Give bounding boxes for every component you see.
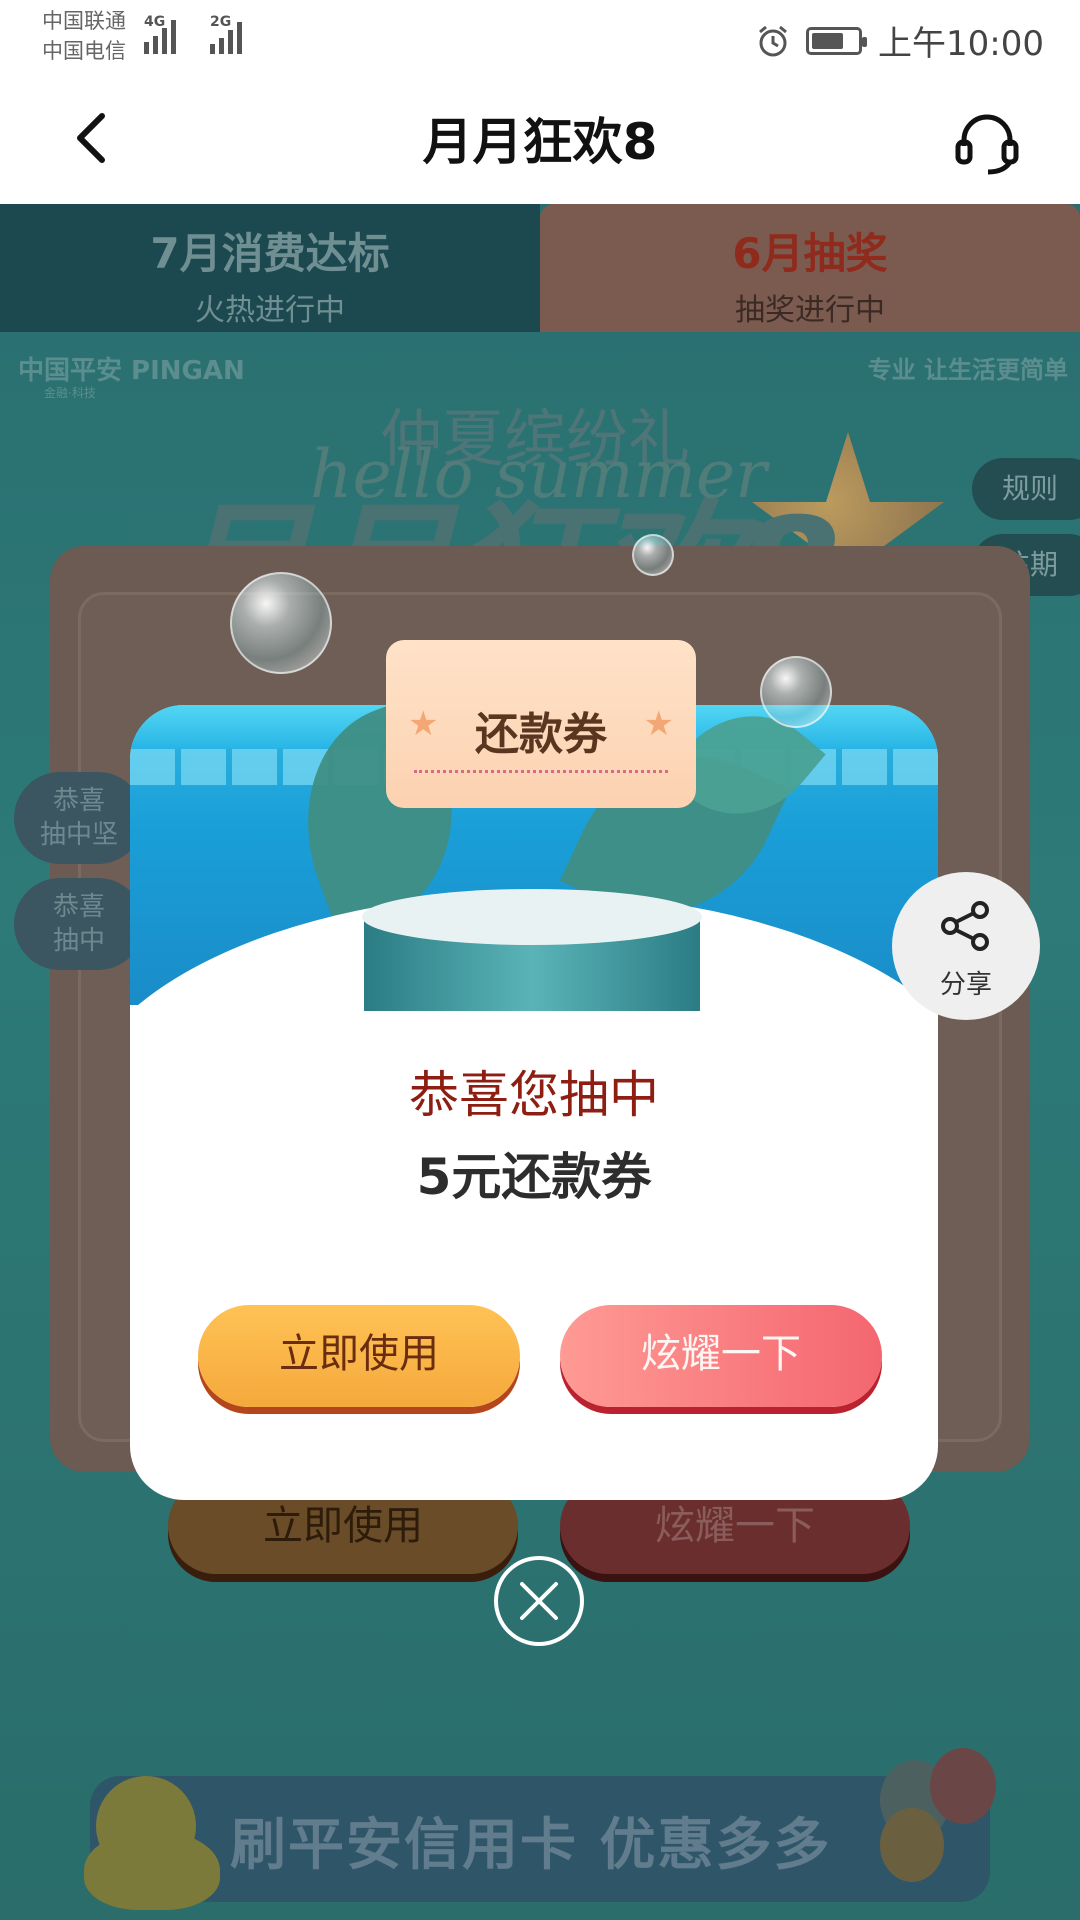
share-label: 分享 xyxy=(939,970,992,1000)
brand-subtitle: 金融·科技 xyxy=(44,386,96,400)
rules-button[interactable]: 规则 xyxy=(972,458,1080,520)
signal-icon-2 xyxy=(210,14,242,54)
close-icon xyxy=(520,1582,558,1620)
tab-july[interactable]: 7月消费达标 火热进行中 xyxy=(0,204,540,332)
show-off-button[interactable]: 炫耀一下 xyxy=(560,1305,882,1407)
prize-text: 5元还款券 xyxy=(416,1148,652,1206)
alarm-icon xyxy=(759,25,787,56)
footer-banner-text: 刷平安信用卡 优惠多多 xyxy=(230,1813,832,1878)
share-icon xyxy=(941,901,989,951)
carrier-2: 中国电信 xyxy=(42,39,126,63)
balloon-icon xyxy=(880,1808,944,1882)
use-now-button[interactable]: 立即使用 xyxy=(198,1305,520,1407)
tab-july-subtitle: 火热进行中 xyxy=(195,293,345,328)
hero-script: hello summer xyxy=(310,436,767,513)
bubble-icon xyxy=(230,572,332,674)
bubble-icon xyxy=(632,534,674,576)
winner-pill-1: 恭喜 抽中坚 xyxy=(14,772,144,864)
balloon-icon xyxy=(930,1748,996,1824)
star-icon: ★ xyxy=(643,704,674,744)
duck-body xyxy=(84,1830,220,1910)
tab-june[interactable]: 6月抽奖 抽奖进行中 xyxy=(540,204,1080,332)
status-bar: 中国联通 中国电信 4G 2G 上午10:00 xyxy=(0,0,1080,72)
bubble-icon xyxy=(760,656,832,728)
signal-icon-1 xyxy=(144,14,176,54)
tab-july-title: 7月消费达标 xyxy=(150,229,390,278)
close-button[interactable] xyxy=(494,1556,584,1646)
page-title: 月月狂欢8 xyxy=(422,113,658,171)
headset-icon[interactable] xyxy=(954,110,1020,176)
share-button[interactable]: 分享 xyxy=(892,872,1040,1020)
winner-pill-2: 恭喜 抽中 xyxy=(14,878,144,970)
prize-dialog: 恭喜您抽中 5元还款券 立即使用 炫耀一下 xyxy=(130,705,938,1500)
battery-icon xyxy=(806,26,868,55)
carrier-1: 中国联通 xyxy=(42,9,126,33)
congrats-text: 恭喜您抽中 xyxy=(409,1066,659,1124)
clock: 上午10:00 xyxy=(878,24,1044,64)
slogan: 专业 让生活更简单 xyxy=(867,356,1068,384)
tabs: 7月消费达标 火热进行中 6月抽奖 抽奖进行中 xyxy=(0,204,1080,332)
header: 月月狂欢8 xyxy=(0,72,1080,204)
tab-june-subtitle: 抽奖进行中 xyxy=(735,293,885,328)
brand-logo: 中国平安 PINGAN xyxy=(18,356,245,386)
coupon-tag: ★ 还款券 ★ xyxy=(386,640,696,808)
tab-june-title: 6月抽奖 xyxy=(732,229,888,278)
